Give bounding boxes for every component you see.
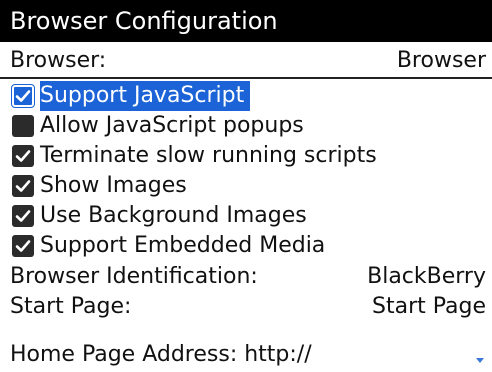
checkmark-icon [15, 210, 31, 222]
option-label: Support Embedded Media [40, 233, 326, 258]
browser-select-row[interactable]: Browser: Browser [0, 46, 492, 76]
home-page-address-label[interactable]: Home Page Address: http:// [10, 340, 312, 370]
checkmark-icon [15, 150, 31, 162]
browser-select-value[interactable]: Browser [397, 46, 486, 76]
option-show-images[interactable]: Show Images [0, 171, 492, 201]
option-label: Use Background Images [40, 203, 307, 228]
checkbox-allow-javascript-popups[interactable] [12, 115, 34, 137]
section-divider [0, 77, 492, 79]
browser-identification-label: Browser Identification: [10, 264, 258, 289]
checkbox-support-embedded-media[interactable] [12, 235, 34, 257]
option-terminate-slow-scripts[interactable]: Terminate slow running scripts [0, 141, 492, 171]
checkbox-support-javascript[interactable] [12, 85, 34, 107]
checkmark-icon [15, 240, 31, 252]
start-page-row[interactable]: Start Page: Start Page [0, 292, 492, 322]
start-page-label: Start Page: [10, 294, 132, 319]
option-allow-javascript-popups[interactable]: Allow JavaScript popups [0, 111, 492, 141]
checkmark-icon [15, 90, 31, 102]
checkbox-show-images[interactable] [12, 175, 34, 197]
option-support-javascript[interactable]: Support JavaScript [0, 81, 492, 111]
option-label: Show Images [40, 173, 187, 198]
home-page-address-field[interactable]: Home Page Address: http:// [0, 340, 492, 370]
checkmark-icon [15, 180, 31, 192]
browser-configuration-screen: Browser Configuration Browser: Browser S… [0, 0, 492, 372]
browser-identification-row[interactable]: Browser Identification: BlackBerry [0, 262, 492, 292]
screen-title: Browser Configuration [0, 0, 492, 42]
option-use-background-images[interactable]: Use Background Images [0, 201, 492, 231]
browser-identification-value[interactable]: BlackBerry [367, 262, 486, 292]
option-label: Support JavaScript [40, 81, 251, 111]
option-support-embedded-media[interactable]: Support Embedded Media [0, 231, 492, 261]
browser-label: Browser: [10, 48, 107, 73]
checkbox-use-background-images[interactable] [12, 205, 34, 227]
option-label: Allow JavaScript popups [40, 113, 304, 138]
option-label: Terminate slow running scripts [40, 143, 377, 168]
start-page-value[interactable]: Start Page [372, 292, 486, 322]
scroll-down-arrow-icon[interactable] [476, 358, 484, 363]
checkbox-terminate-slow-scripts[interactable] [12, 145, 34, 167]
